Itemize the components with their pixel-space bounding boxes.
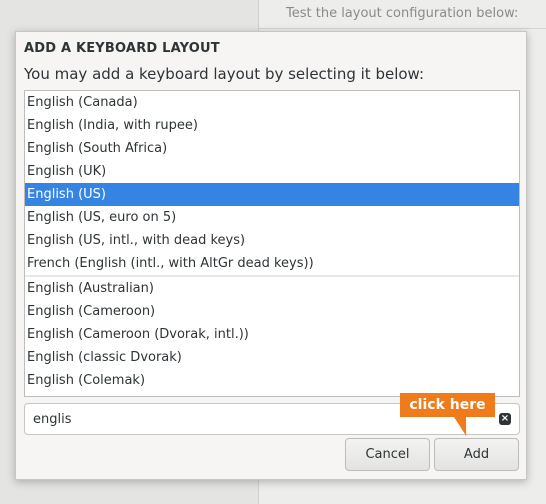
layout-list-item[interactable]: English (South Africa) (25, 137, 519, 160)
cancel-button[interactable]: Cancel (345, 438, 430, 471)
layout-list-item[interactable]: English (Australian) (25, 277, 519, 300)
add-button[interactable]: Add (434, 438, 519, 471)
layout-list-item[interactable]: English (India, with rupee) (25, 114, 519, 137)
click-here-callout: click here (400, 393, 495, 417)
layout-list-item[interactable]: English (UK) (25, 160, 519, 183)
layout-list-item[interactable]: English (US) (25, 183, 519, 206)
layout-list[interactable]: English (Canada) English (India, with rup… (24, 90, 520, 397)
layout-list-item[interactable]: English (US, intl., with dead keys) (25, 229, 519, 252)
layout-list-item[interactable]: English (Colemak) (25, 369, 519, 392)
layout-list-group-primary: English (Canada) English (India, with rup… (25, 91, 519, 275)
layout-list-item[interactable]: English (classic Dvorak) (25, 346, 519, 369)
layout-list-item[interactable]: English (Cameroon) (25, 300, 519, 323)
background-instruction-text: Test the layout configuration below: (286, 6, 519, 21)
layout-list-item[interactable]: English (US, euro on 5) (25, 206, 519, 229)
dialog-subtitle: You may add a keyboard layout by selecti… (24, 65, 425, 83)
layout-list-group-secondary: English (Australian) English (Cameroon) En… (25, 277, 519, 392)
layout-list-item[interactable]: English (Cameroon (Dvorak, intl.)) (25, 323, 519, 346)
layout-list-item[interactable]: English (Canada) (25, 91, 519, 114)
clear-search-icon[interactable]: × (499, 413, 511, 425)
background-divider (258, 28, 546, 29)
dialog-title: ADD A KEYBOARD LAYOUT (24, 41, 220, 56)
layout-list-item[interactable]: French (English (intl., with AltGr dead … (25, 252, 519, 275)
